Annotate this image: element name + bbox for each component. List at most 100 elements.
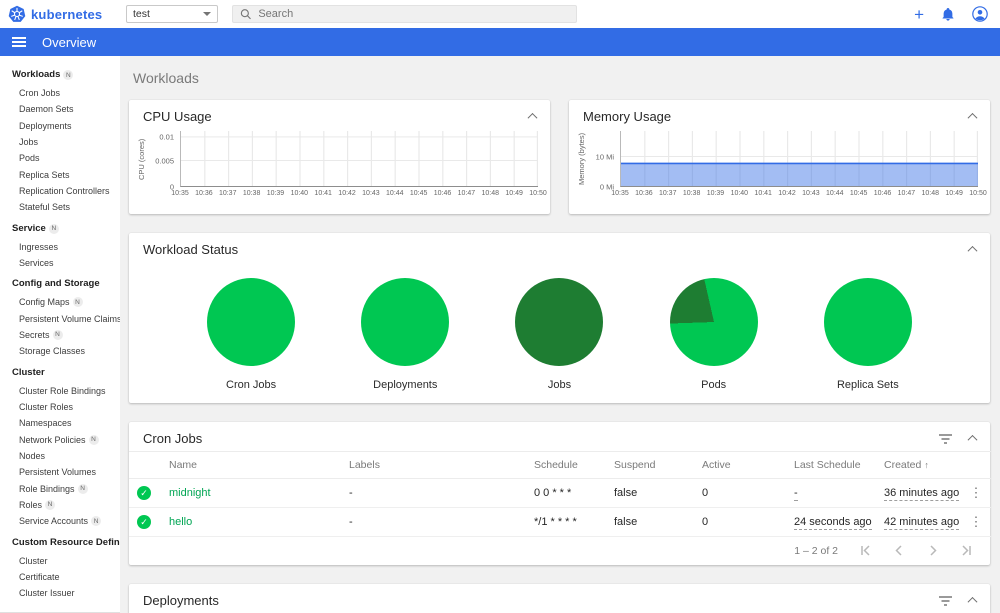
sidebar-item-replica-sets[interactable]: Replica Sets [0, 167, 120, 183]
collapse-chevron-icon[interactable] [967, 596, 978, 607]
row-menu-icon[interactable]: ⋮ [969, 514, 983, 530]
sidebar-item-custom-resource-definitions[interactable]: Custom Resource Definitions [0, 534, 120, 553]
sidebar-item-workloads[interactable]: Workloads N [0, 66, 120, 85]
kubernetes-brand[interactable]: kubernetes [8, 5, 120, 23]
cpu-chart: CPU (cores) 0.01 0.005 0 10:35 10:36 10:… [129, 129, 550, 206]
sidebar-item-cron-jobs[interactable]: Cron Jobs [0, 85, 120, 101]
x-tick-label: 10:38 [242, 190, 261, 197]
filter-icon[interactable] [939, 595, 952, 606]
menu-hamburger-icon[interactable] [12, 37, 26, 47]
sidebar-item-label: Custom Resource Definitions [12, 536, 120, 548]
x-tick-label: 10:45 [849, 190, 868, 197]
x-tick-label: 10:35 [171, 190, 189, 197]
column-header-active[interactable]: Active [702, 459, 731, 471]
cpu-usage-card: CPU Usage CPU (cores) 0.01 0.005 0 10:35… [129, 100, 550, 214]
column-header-name[interactable]: Name [169, 459, 197, 471]
user-account-icon[interactable] [972, 6, 988, 22]
sidebar-item-namespaces[interactable]: Namespaces [0, 415, 120, 431]
main-content: Workloads CPU Usage CPU (cores) 0.01 0.0… [120, 56, 1000, 613]
header-actions: + [914, 6, 988, 23]
sidebar-item-service[interactable]: Service N [0, 220, 120, 239]
sidebar-item-services[interactable]: Services [0, 255, 120, 271]
sidebar-item-role-bindings[interactable]: Role Bindings N [0, 481, 120, 497]
sidebar-item-crd-cluster[interactable]: Cluster [0, 553, 120, 569]
x-tick-label: 10:39 [266, 190, 285, 197]
collapse-chevron-icon[interactable] [967, 434, 978, 445]
cell-active: 0 [702, 516, 709, 528]
sidebar-item-persistent-volumes[interactable]: Persistent Volumes [0, 464, 120, 480]
next-page-icon[interactable] [926, 544, 940, 557]
card-header-actions [939, 595, 978, 607]
previous-page-icon[interactable] [892, 544, 906, 557]
sidebar-item-roles[interactable]: Roles N [0, 497, 120, 513]
sidebar-item-network-policies[interactable]: Network Policies N [0, 432, 120, 448]
memory-plot [620, 131, 978, 187]
sidebar-item-service-accounts[interactable]: Service Accounts N [0, 513, 120, 529]
sidebar-item-label: Config and Storage [12, 278, 100, 290]
column-header-created[interactable]: Created [884, 459, 921, 471]
cell-suspend: false [614, 516, 638, 528]
row-menu-icon[interactable]: ⋮ [969, 485, 983, 501]
sort-asc-icon: ↑ [924, 460, 929, 470]
sidebar-item-certificate[interactable]: Certificate [0, 569, 120, 585]
plot-area: 0.01 0.005 0 10:35 10:36 10:37 10:38 10:39 10… [146, 131, 547, 202]
sidebar-item-cluster-role-bindings[interactable]: Cluster Role Bindings [0, 383, 120, 399]
sidebar-item-stateful-sets[interactable]: Stateful Sets [0, 199, 120, 215]
sidebar-item-deployments[interactable]: Deployments [0, 118, 120, 134]
resource-link[interactable]: midnight [169, 487, 211, 499]
x-tick-label: 10:37 [658, 190, 677, 197]
charts-row: CPU Usage CPU (cores) 0.01 0.005 0 10:35… [129, 100, 990, 214]
memory-usage-card: Memory Usage Memory (bytes) 10 Mi 0 Mi 1… [569, 100, 990, 214]
x-tick-label: 10:40 [730, 190, 749, 197]
sidebar-item-persistent-volume-claims[interactable]: Persistent Volume ClaimsN [0, 311, 120, 327]
cell-schedule: */1 * * * * [534, 516, 577, 528]
card-title: Deployments [143, 593, 219, 608]
memory-area-chart [621, 131, 978, 186]
sidebar-item-cluster-issuer[interactable]: Cluster Issuer [0, 585, 120, 601]
x-axis-ticks: 10:35 10:36 10:37 10:38 10:39 10:40 10:41 10:42… [611, 190, 987, 202]
collapse-chevron-icon[interactable] [967, 112, 978, 123]
resource-link[interactable]: hello [169, 516, 192, 528]
sidebar-item-secrets[interactable]: Secrets N [0, 327, 120, 343]
sidebar-item-storage-classes[interactable]: Storage Classes [0, 343, 120, 359]
status-ok-icon: ✓ [137, 515, 151, 529]
search-bar[interactable] [232, 5, 577, 23]
cron-jobs-table: Name Labels Schedule Suspend Active Last… [129, 451, 991, 537]
sidebar-item-pods[interactable]: Pods [0, 150, 120, 166]
x-tick-label: 10:42 [778, 190, 796, 197]
x-tick-label: 10:37 [218, 190, 237, 197]
sidebar-item-cluster-roles[interactable]: Cluster Roles [0, 399, 120, 415]
column-header-schedule[interactable]: Schedule [534, 459, 578, 471]
column-header-last-schedule[interactable]: Last Schedule [794, 459, 861, 471]
status-chart-label: Deployments [373, 379, 438, 391]
create-resource-icon[interactable]: + [914, 6, 924, 23]
sidebar-item-replication-controllers[interactable]: Replication Controllers [0, 183, 120, 199]
sidebar-item-daemon-sets[interactable]: Daemon Sets [0, 101, 120, 117]
sidebar-item-jobs[interactable]: Jobs [0, 134, 120, 150]
collapse-chevron-icon[interactable] [967, 245, 978, 256]
status-chart-label: Jobs [547, 379, 572, 391]
namespace-select[interactable]: test [126, 5, 218, 23]
toolbar-title: Overview [42, 34, 97, 50]
last-page-icon[interactable] [960, 544, 974, 557]
sidebar-item-cluster[interactable]: Cluster [0, 364, 120, 383]
collapse-chevron-icon[interactable] [527, 112, 538, 123]
sidebar-item-ingresses[interactable]: Ingresses [0, 239, 120, 255]
sidebar-item-label: Roles [19, 499, 43, 510]
sidebar-item-config-maps[interactable]: Config Maps N [0, 294, 120, 310]
sidebar-item-label: Config Maps [19, 297, 70, 308]
kubernetes-logo-icon [8, 5, 26, 22]
x-tick-label: 10:49 [945, 190, 963, 197]
sidebar-item-label: Cluster [12, 366, 45, 378]
column-header-labels[interactable]: Labels [349, 459, 380, 471]
sidebar-item-config-and-storage[interactable]: Config and Storage [0, 275, 120, 294]
search-input[interactable] [258, 8, 569, 20]
first-page-icon[interactable] [858, 544, 872, 557]
cell-active: 0 [702, 487, 709, 499]
notifications-bell-icon[interactable] [941, 7, 955, 22]
sidebar-item-label: Service [12, 222, 46, 234]
filter-icon[interactable] [939, 433, 952, 444]
sidebar-item-nodes[interactable]: Nodes [0, 448, 120, 464]
card-title: CPU Usage [143, 109, 212, 124]
column-header-suspend[interactable]: Suspend [614, 459, 655, 471]
